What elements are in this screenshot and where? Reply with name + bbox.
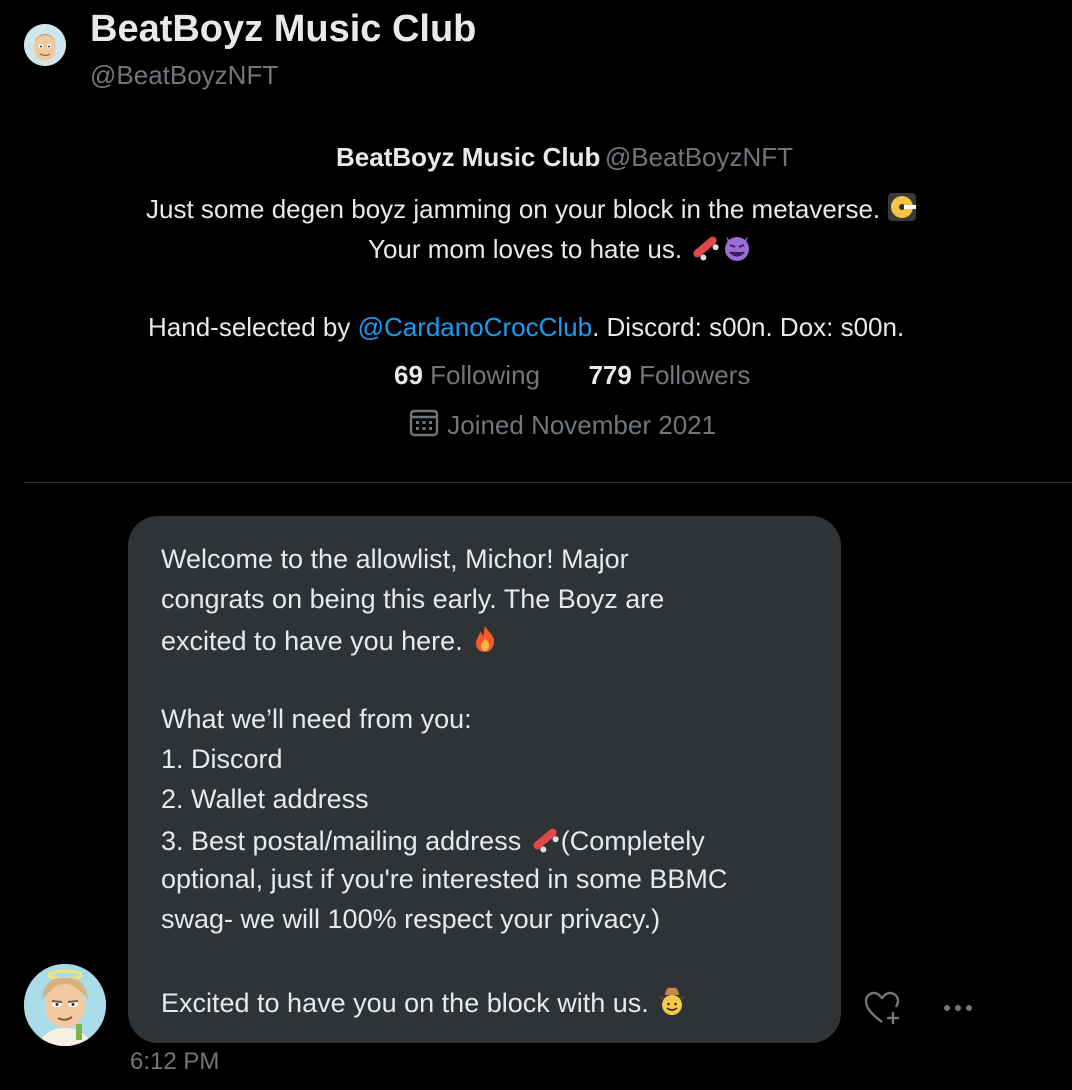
message-line-suffix: (Completely [560, 826, 705, 856]
message-timestamp: 6:12 PM [130, 1048, 220, 1075]
profile-handle: @BeatBoyzNFT [604, 142, 794, 172]
message-line: excited to have you here. [161, 626, 463, 656]
smiling-devil-emoji-icon [721, 232, 753, 269]
disc-emoji-icon [887, 192, 917, 229]
cowboy-emoji-icon [656, 984, 688, 1023]
message-line: congrats on being this early. The Boyz a… [161, 584, 665, 614]
bio-text-3-suffix: . Discord: s00n. Dox: s00n. [592, 312, 905, 342]
dm-conversation-page: BeatBoyz Music Club @BeatBoyzNFT BeatBoy… [0, 0, 1072, 1090]
message-line-with-emoji: excited to have you here. [161, 624, 500, 661]
header-handle: @BeatBoyzNFT [90, 60, 279, 90]
bio-text-1: Just some degen boyz jamming on your blo… [146, 194, 881, 224]
mention-link[interactable]: @CardanoCrocClub [358, 312, 593, 342]
header-avatar[interactable] [24, 24, 66, 66]
following-count: 69 [394, 360, 423, 390]
more-dots-icon[interactable] [938, 990, 978, 1026]
message-line-with-emoji: Excited to have you on the block with us… [161, 984, 688, 1023]
followers-label: Followers [639, 360, 751, 390]
message-line: Excited to have you on the block with us… [161, 988, 649, 1018]
bio-line-2: Your mom loves to hate us. [368, 232, 753, 269]
following-label: Following [430, 360, 540, 390]
profile-name[interactable]: BeatBoyz Music Club [336, 142, 600, 172]
message-line: 3. Best postal/mailing address [161, 826, 529, 856]
divider [24, 482, 1072, 483]
followers-link[interactable]: 779 Followers [588, 360, 750, 390]
fire-emoji-icon [470, 624, 500, 661]
message-line: swag- we will 100% respect your privacy.… [161, 904, 661, 934]
message-line: Welcome to the allowlist, Michor! Major [161, 544, 629, 574]
heart-plus-icon[interactable] [862, 988, 906, 1028]
message-line: optional, just if you're interested in s… [161, 864, 728, 894]
calendar-icon [408, 408, 440, 445]
following-link[interactable]: 69 Following [394, 360, 540, 390]
message-bubble[interactable]: Welcome to the allowlist, Michor! Major … [128, 516, 841, 1043]
skateboard-emoji-icon [689, 232, 721, 269]
message-line: What we’ll need from you: [161, 704, 472, 734]
skateboard-emoji-icon [529, 824, 561, 861]
message-line-with-emoji: 3. Best postal/mailing address (Complete… [161, 824, 705, 861]
profile-name-row[interactable]: BeatBoyz Music Club @BeatBoyzNFT [336, 142, 793, 173]
bio-text-2: Your mom loves to hate us. [368, 234, 683, 264]
joined-row: Joined November 2021 [408, 408, 716, 445]
followers-count: 779 [588, 360, 632, 390]
follow-stats: 69 Following 779 Followers [394, 360, 750, 391]
bio-line-1: Just some degen boyz jamming on your blo… [146, 192, 917, 229]
bio-line-3: Hand-selected by @CardanoCrocClub. Disco… [148, 312, 904, 343]
message-line: 1. Discord [161, 744, 283, 774]
message-line: 2. Wallet address [161, 784, 369, 814]
joined-text: Joined November 2021 [447, 410, 717, 440]
header-display-name[interactable]: BeatBoyz Music Club [90, 8, 476, 51]
sender-avatar[interactable] [24, 964, 106, 1046]
bio-text-3-prefix: Hand-selected by [148, 312, 358, 342]
